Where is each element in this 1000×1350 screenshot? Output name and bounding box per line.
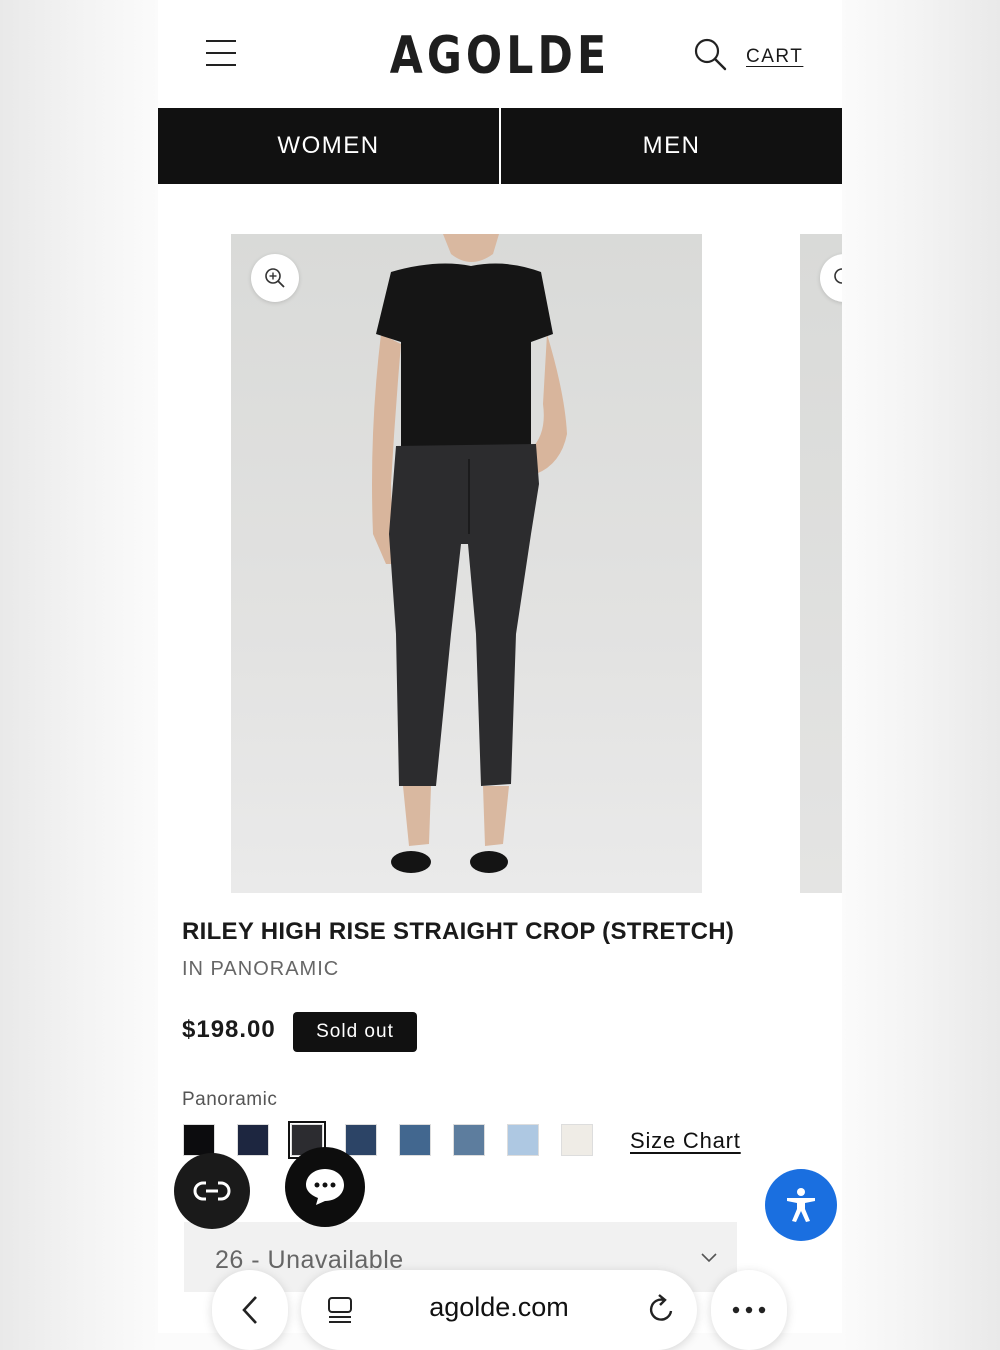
- site-header: AGOLDE CART: [158, 0, 842, 108]
- product-price: $198.00: [182, 1016, 276, 1043]
- product-image[interactable]: [231, 234, 702, 893]
- category-nav: WOMEN MEN: [158, 108, 842, 184]
- color-swatch[interactable]: [237, 1124, 269, 1156]
- tab-men[interactable]: MEN: [501, 108, 842, 184]
- search-icon[interactable]: [694, 38, 728, 72]
- color-swatch[interactable]: [399, 1124, 431, 1156]
- product-title: RILEY HIGH RISE STRAIGHT CROP (STRETCH): [182, 918, 735, 945]
- more-dots-icon[interactable]: [711, 1270, 787, 1350]
- zoom-in-icon[interactable]: [251, 254, 299, 302]
- size-chart-link[interactable]: Size Chart: [630, 1128, 741, 1154]
- reload-icon[interactable]: [647, 1294, 675, 1329]
- back-arrow-icon[interactable]: [212, 1270, 288, 1350]
- zoom-in-icon[interactable]: [820, 254, 842, 302]
- address-bar[interactable]: agolde.com: [301, 1270, 697, 1350]
- color-swatch[interactable]: [453, 1124, 485, 1156]
- color-swatch[interactable]: [561, 1124, 593, 1156]
- product-page: AGOLDE CART WOMEN MEN RILEY HIGH RISE ST…: [158, 0, 842, 1333]
- url-text[interactable]: agolde.com: [301, 1292, 697, 1323]
- accessibility-icon[interactable]: [765, 1169, 837, 1241]
- color-swatch[interactable]: [507, 1124, 539, 1156]
- loop-link-icon[interactable]: [174, 1153, 250, 1229]
- selected-color-label: Panoramic: [182, 1089, 278, 1110]
- tab-women[interactable]: WOMEN: [158, 108, 499, 184]
- chat-bubble-icon[interactable]: [285, 1147, 365, 1227]
- color-swatch[interactable]: [183, 1124, 215, 1156]
- color-swatch[interactable]: [345, 1124, 377, 1156]
- model-figure: [372, 234, 567, 873]
- chevron-down-icon: [701, 1250, 717, 1268]
- cart-link[interactable]: CART: [746, 46, 803, 68]
- product-color-subtitle: IN PANORAMIC: [182, 958, 340, 980]
- next-product-image[interactable]: [800, 234, 842, 893]
- sold-out-badge: Sold out: [293, 1012, 417, 1052]
